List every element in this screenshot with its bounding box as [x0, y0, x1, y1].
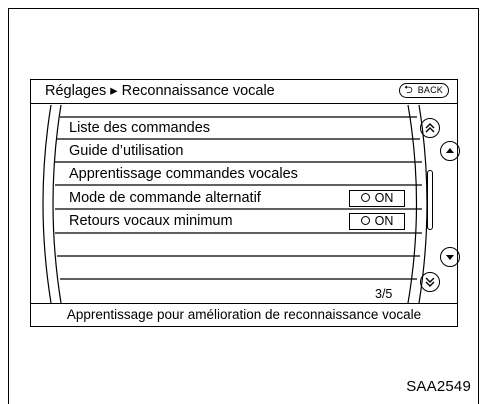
page-counter: 3/5 — [375, 287, 393, 301]
menu-item-label: Guide d’utilisation — [69, 143, 184, 159]
retours-vocaux-toggle[interactable]: ON — [349, 213, 405, 230]
scroll-down-button[interactable] — [440, 247, 460, 267]
menu-item-label: Retours vocaux minimum — [69, 213, 233, 229]
menu-list: Liste des commandes Guide d’utilisation … — [31, 103, 457, 304]
toggle-indicator-icon — [360, 216, 370, 225]
back-arrow-icon: ⮌ — [404, 84, 414, 96]
status-description: Apprentissage pour amélioration de recon… — [31, 303, 457, 326]
menu-item-liste-commandes[interactable]: Liste des commandes — [61, 117, 411, 140]
back-label: BACK — [417, 85, 443, 95]
menu-item-mode-commande-alternatif[interactable]: Mode de commande alternatif ON — [61, 187, 411, 210]
toggle-label: ON — [374, 214, 394, 228]
menu-item-label: Liste des commandes — [69, 120, 211, 136]
toggle-indicator-icon — [360, 193, 370, 202]
chevron-down-icon — [446, 255, 454, 260]
double-chevron-up-icon — [425, 123, 435, 133]
display-screen: Réglages ▸ Reconnaissance vocale ⮌ BACK … — [30, 79, 458, 327]
menu-item-guide-utilisation[interactable]: Guide d’utilisation — [61, 140, 411, 163]
page-down-button[interactable] — [420, 272, 440, 292]
breadcrumb: Réglages ▸ Reconnaissance vocale — [45, 83, 275, 99]
figure-code: SAA2549 — [406, 378, 471, 395]
back-button[interactable]: ⮌ BACK — [399, 83, 449, 98]
scroll-up-button[interactable] — [440, 141, 460, 161]
double-chevron-down-icon — [425, 277, 435, 287]
menu-item-label: Apprentissage commandes vocales — [69, 166, 298, 182]
chevron-up-icon — [446, 148, 454, 153]
page-up-button[interactable] — [420, 118, 440, 138]
menu-item-apprentissage-commandes[interactable]: Apprentissage commandes vocales — [61, 163, 411, 186]
toggle-label: ON — [374, 191, 394, 205]
mode-alternatif-toggle[interactable]: ON — [349, 190, 405, 207]
menu-item-retours-vocaux[interactable]: Retours vocaux minimum ON — [61, 210, 411, 233]
scroll-track[interactable] — [427, 170, 433, 230]
header-bar: Réglages ▸ Reconnaissance vocale ⮌ BACK — [31, 80, 457, 104]
menu-item-label: Mode de commande alternatif — [69, 190, 261, 206]
